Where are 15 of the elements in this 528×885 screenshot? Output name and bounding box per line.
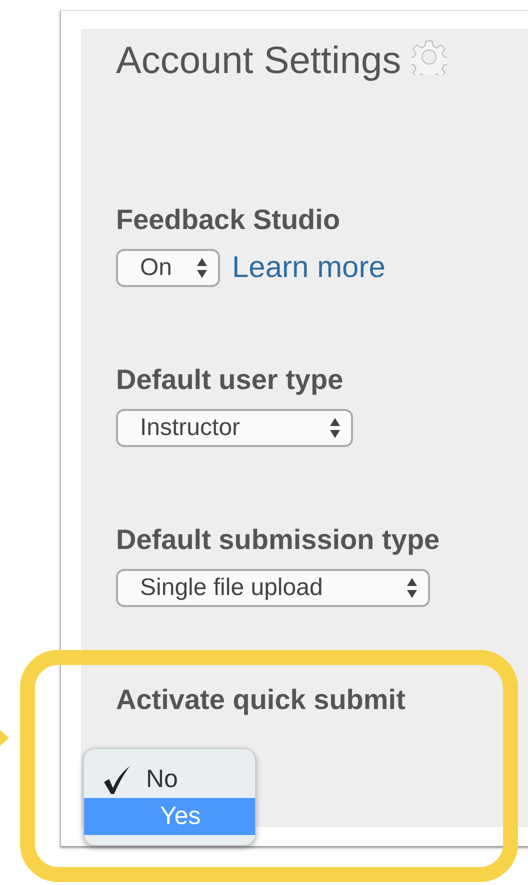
dropdown-select[interactable]: On: [116, 249, 220, 287]
menu-option[interactable]: No: [84, 761, 255, 798]
dropdown-select[interactable]: Single file upload: [116, 569, 430, 607]
gear-icon[interactable]: [411, 39, 448, 75]
learn-more-link[interactable]: Learn more: [232, 251, 386, 285]
stepper-arrows-icon: [407, 578, 417, 598]
setting-label: Default submission type: [116, 523, 440, 557]
setting-label: Default user type: [116, 363, 344, 397]
setting-label: Feedback Studio: [116, 203, 340, 237]
dropdown-select[interactable]: Instructor: [116, 409, 353, 447]
pointer-arrow: [0, 730, 9, 746]
setting-label: Activate quick submit: [116, 683, 406, 717]
panel-title: Account Settings: [116, 39, 402, 84]
stepper-arrows-icon: [330, 418, 340, 438]
stepper-arrows-icon: [197, 258, 207, 278]
